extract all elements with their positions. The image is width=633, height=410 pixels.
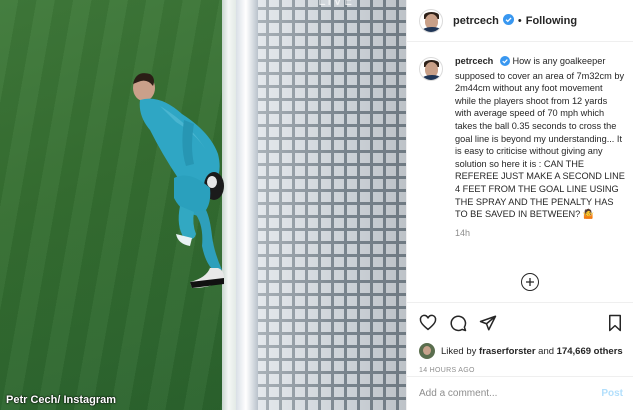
header-username[interactable]: petrcech (453, 15, 499, 27)
caption-avatar[interactable] (419, 57, 443, 81)
comment-box: Post (407, 376, 633, 410)
likes-and: and (538, 345, 555, 357)
separator-dot: • (517, 14, 522, 27)
caption-author[interactable]: petrcech (455, 56, 493, 66)
goalkeeper-figure (133, 73, 224, 288)
live-overlay-text: LIVE (318, 0, 355, 9)
verified-badge-icon (502, 12, 514, 30)
verified-badge-icon (499, 56, 510, 70)
likes-summary: Liked by fraserforster and 174,669 other… (419, 343, 623, 359)
post-photo[interactable]: LIVE Petr Cech/ Instagram (0, 0, 406, 410)
caption-area: petrcech How is any goalkeeper supposed … (419, 55, 625, 295)
caption-text: How is any goalkeeper supposed to cover … (455, 56, 625, 220)
load-more-comments-button[interactable] (521, 273, 539, 291)
share-icon[interactable] (479, 314, 497, 332)
bookmark-icon[interactable] (607, 314, 623, 332)
avatar[interactable] (419, 8, 443, 33)
caption-text-block: petrcech How is any goalkeeper supposed … (455, 55, 625, 221)
liker-avatar[interactable] (419, 343, 435, 359)
caption-time: 14h (455, 227, 471, 238)
comment-input[interactable] (419, 388, 602, 399)
post-comment-button[interactable]: Post (601, 388, 623, 399)
likes-prefix: Liked by (441, 345, 477, 357)
comment-icon[interactable] (449, 314, 467, 332)
heart-icon[interactable] (419, 314, 437, 332)
following-button[interactable]: Following (526, 15, 577, 27)
photo-credit-caption: Petr Cech/ Instagram (6, 394, 117, 406)
caption-row: petrcech How is any goalkeeper supposed … (419, 55, 625, 238)
post-side-panel: petrcech • Following petrcech How is any… (406, 0, 633, 410)
post-timestamp[interactable]: 14 HOURS AGO (419, 367, 623, 374)
plus-icon (526, 278, 534, 286)
post-header: petrcech • Following (407, 0, 633, 42)
likes-count[interactable]: 174,669 others (557, 346, 623, 357)
post-actions: Liked by fraserforster and 174,669 other… (407, 302, 633, 374)
liker-username[interactable]: fraserforster (479, 346, 536, 357)
action-bar (419, 311, 623, 335)
